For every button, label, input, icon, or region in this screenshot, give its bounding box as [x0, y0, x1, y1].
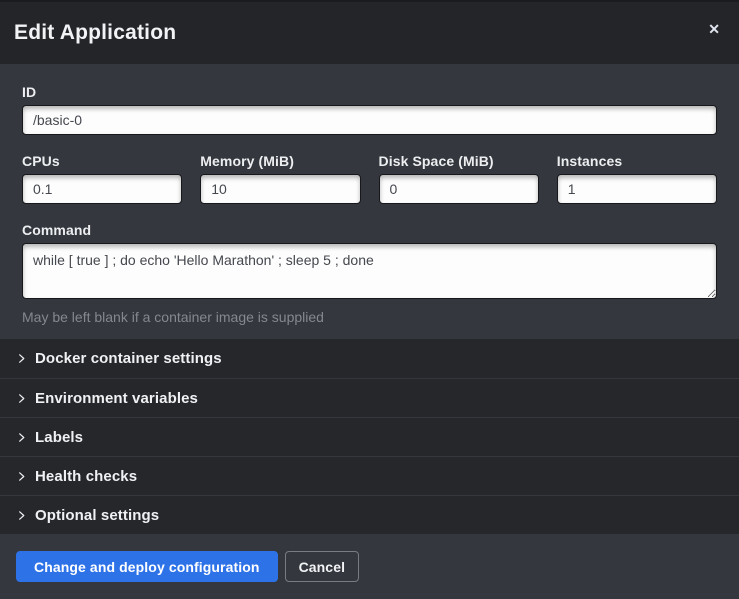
- command-label: Command: [22, 222, 717, 238]
- id-input[interactable]: [22, 105, 717, 135]
- disk-input[interactable]: [379, 174, 539, 204]
- command-textarea[interactable]: while [ true ] ; do echo 'Hello Marathon…: [22, 243, 717, 299]
- cpus-input[interactable]: [22, 174, 182, 204]
- chevron-right-icon: [16, 510, 27, 521]
- memory-label: Memory (MiB): [200, 153, 360, 169]
- application-form: ID CPUs Memory (MiB) Disk Space (MiB) In…: [0, 64, 739, 339]
- change-and-deploy-button[interactable]: Change and deploy configuration: [16, 551, 278, 582]
- chevron-right-icon: [16, 471, 27, 482]
- instances-field-group: Instances: [557, 153, 717, 204]
- command-help-text: May be left blank if a container image i…: [22, 309, 717, 325]
- id-label: ID: [22, 84, 717, 100]
- collapsible-sections: Docker container settings Environment va…: [0, 339, 739, 534]
- section-label: Optional settings: [35, 507, 159, 524]
- edit-application-modal: Edit Application ✕ ID CPUs Memory (MiB) …: [0, 0, 739, 599]
- cpus-label: CPUs: [22, 153, 182, 169]
- instances-input[interactable]: [557, 174, 717, 204]
- chevron-right-icon: [16, 432, 27, 443]
- command-field-group: Command while [ true ] ; do echo 'Hello …: [22, 222, 717, 325]
- section-environment-variables[interactable]: Environment variables: [0, 378, 739, 417]
- modal-title: Edit Application: [14, 21, 176, 45]
- section-optional-settings[interactable]: Optional settings: [0, 495, 739, 534]
- chevron-right-icon: [16, 393, 27, 404]
- modal-footer: Change and deploy configuration Cancel: [0, 534, 739, 599]
- cpus-field-group: CPUs: [22, 153, 182, 204]
- instances-label: Instances: [557, 153, 717, 169]
- section-label: Health checks: [35, 468, 137, 485]
- disk-label: Disk Space (MiB): [379, 153, 539, 169]
- modal-header: Edit Application ✕: [0, 2, 739, 64]
- memory-input[interactable]: [200, 174, 360, 204]
- section-labels[interactable]: Labels: [0, 417, 739, 456]
- disk-field-group: Disk Space (MiB): [379, 153, 539, 204]
- section-health-checks[interactable]: Health checks: [0, 456, 739, 495]
- memory-field-group: Memory (MiB): [200, 153, 360, 204]
- chevron-right-icon: [16, 353, 27, 364]
- section-label: Labels: [35, 429, 83, 446]
- section-label: Docker container settings: [35, 350, 222, 367]
- id-field-group: ID: [22, 84, 717, 135]
- section-label: Environment variables: [35, 390, 198, 407]
- resources-row: CPUs Memory (MiB) Disk Space (MiB) Insta…: [22, 153, 717, 204]
- close-icon[interactable]: ✕: [704, 18, 724, 40]
- cancel-button[interactable]: Cancel: [285, 551, 360, 582]
- section-docker-container-settings[interactable]: Docker container settings: [0, 339, 739, 378]
